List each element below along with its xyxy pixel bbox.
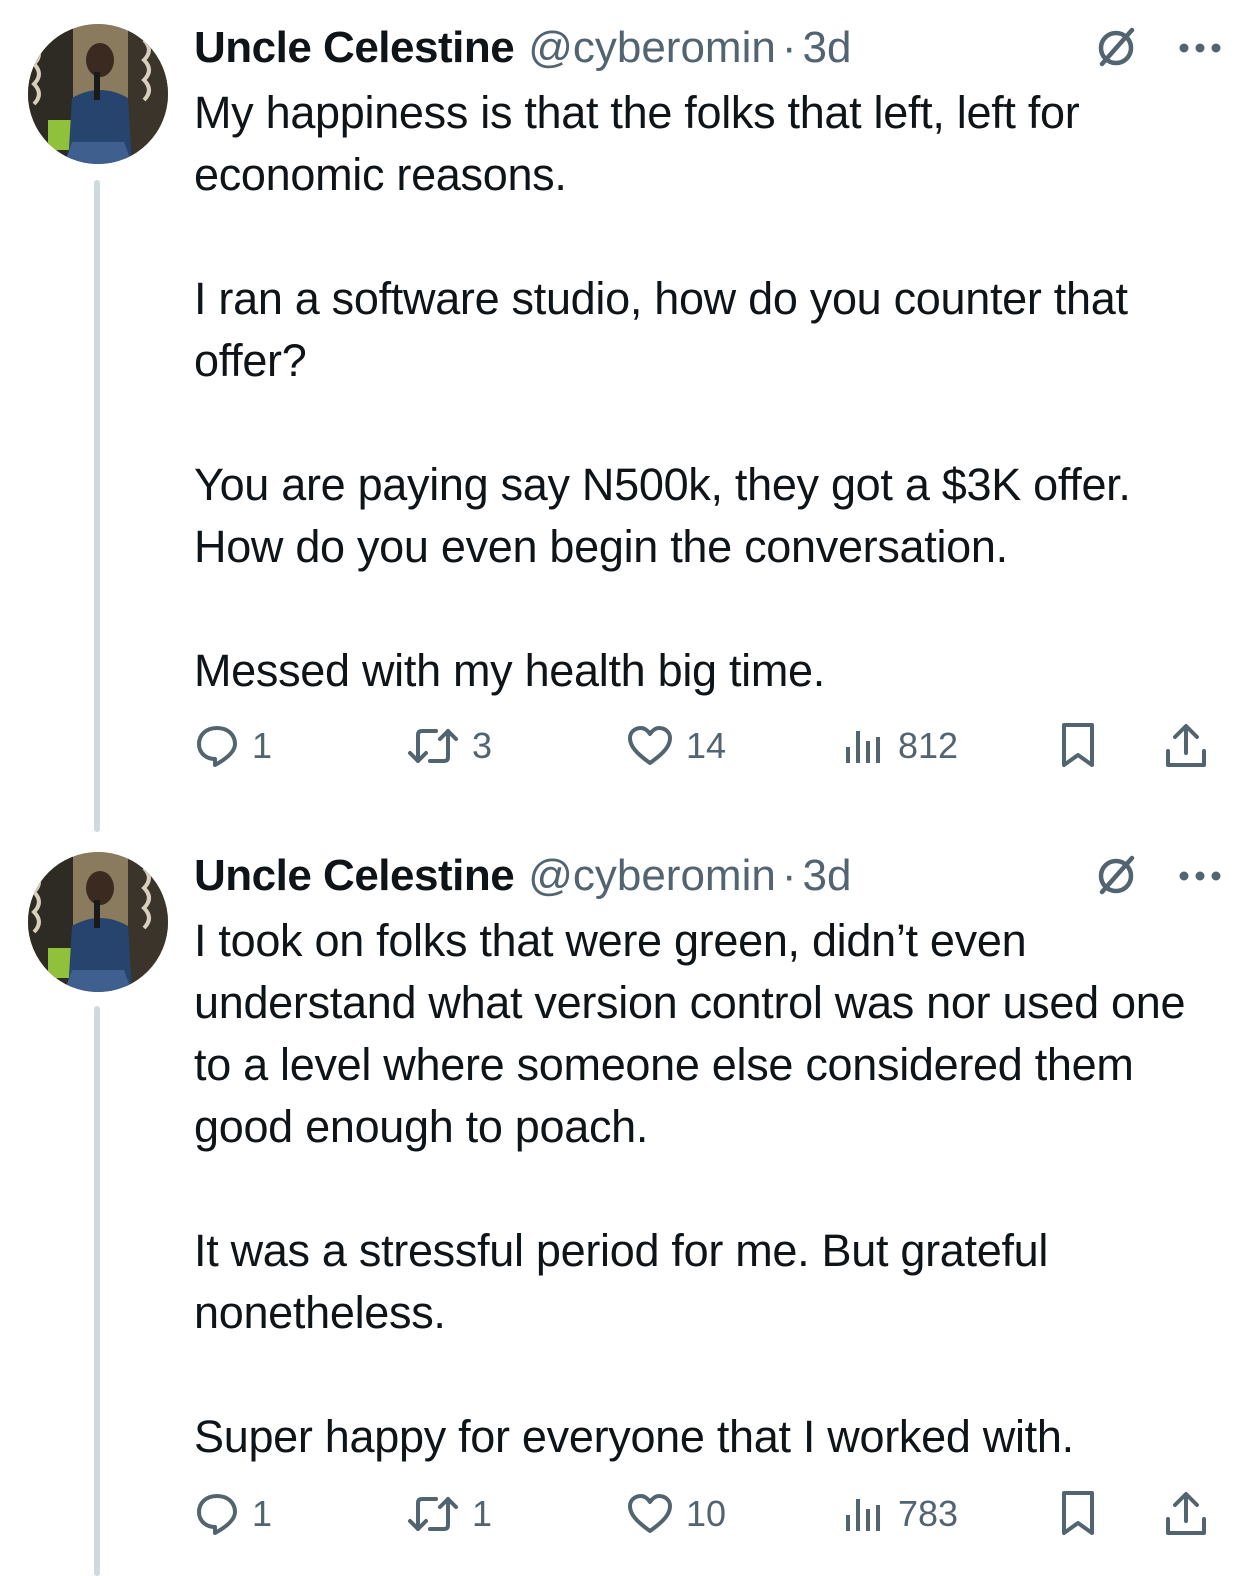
header-icons — [1092, 852, 1222, 900]
action-bar: 1 1 10 783 — [194, 1484, 1216, 1544]
share-button[interactable] — [1164, 716, 1208, 776]
repost-button[interactable]: 3 — [406, 716, 492, 776]
grok-icon[interactable] — [1092, 852, 1140, 900]
tweet-paragraph: Super happy for everyone that I worked w… — [194, 1411, 1074, 1462]
timestamp[interactable]: 3d — [802, 23, 851, 73]
views-button[interactable]: 812 — [842, 716, 958, 776]
display-name[interactable]: Uncle Celestine — [194, 851, 515, 901]
tweet-header: Uncle Celestine @cyberomin · 3d — [194, 18, 1222, 78]
like-button[interactable]: 14 — [626, 716, 726, 776]
tweet-paragraph: I took on folks that were green, didn’t … — [194, 915, 1186, 1152]
share-icon — [1166, 724, 1206, 767]
grok-icon[interactable] — [1092, 24, 1140, 72]
heart-icon — [628, 1494, 672, 1533]
reply-icon — [197, 726, 237, 767]
views-count: 783 — [898, 1493, 959, 1534]
timestamp[interactable]: 3d — [802, 851, 851, 901]
avatar-photo — [28, 852, 168, 992]
views-icon — [846, 1499, 880, 1531]
tweet-paragraph: Messed with my health big time. — [194, 645, 825, 696]
tweet-paragraph: You are paying say N500k, they got a $3K… — [194, 459, 1131, 572]
share-button[interactable] — [1164, 1484, 1208, 1544]
views-icon — [846, 731, 880, 763]
tweet-paragraph: I ran a software studio, how do you coun… — [194, 273, 1128, 386]
views-button[interactable]: 783 — [842, 1484, 958, 1544]
handle[interactable]: @cyberomin — [528, 23, 776, 73]
display-name[interactable]: Uncle Celestine — [194, 23, 515, 73]
bookmark-icon — [1062, 1491, 1094, 1535]
avatar[interactable] — [28, 24, 168, 164]
tweet[interactable]: Uncle Celestine @cyberomin · 3d My happi… — [0, 0, 1242, 832]
repost-icon — [408, 729, 458, 763]
avatar[interactable] — [28, 852, 168, 992]
reply-count: 1 — [252, 725, 273, 766]
bookmark-button[interactable] — [1058, 1484, 1098, 1544]
handle[interactable]: @cyberomin — [528, 851, 776, 901]
heart-icon — [628, 726, 672, 765]
thread-line — [94, 180, 100, 832]
header-icons — [1092, 24, 1222, 72]
like-count: 14 — [686, 725, 727, 766]
more-icon[interactable] — [1178, 869, 1222, 883]
reply-count: 1 — [252, 1493, 273, 1534]
tweet-text: My happiness is that the folks that left… — [194, 82, 1224, 702]
more-icon[interactable] — [1178, 41, 1222, 55]
repost-icon — [408, 1497, 458, 1531]
tweet-paragraph: It was a stressful period for me. But gr… — [194, 1225, 1049, 1338]
bookmark-button[interactable] — [1058, 716, 1098, 776]
action-bar: 1 3 14 812 — [194, 716, 1216, 776]
reply-icon — [197, 1494, 237, 1535]
bookmark-icon — [1062, 723, 1094, 767]
separator-dot: · — [781, 851, 797, 900]
repost-count: 3 — [472, 725, 493, 766]
thread-line — [94, 1006, 100, 1576]
share-icon — [1166, 1492, 1206, 1535]
reply-button[interactable]: 1 — [194, 716, 272, 776]
tweet-header: Uncle Celestine @cyberomin · 3d — [194, 846, 1222, 906]
reply-button[interactable]: 1 — [194, 1484, 272, 1544]
views-count: 812 — [898, 725, 959, 766]
repost-count: 1 — [472, 1493, 493, 1534]
like-count: 10 — [686, 1493, 727, 1534]
tweet-paragraph: My happiness is that the folks that left… — [194, 87, 1080, 200]
separator-dot: · — [781, 23, 797, 72]
avatar-photo — [28, 24, 168, 164]
like-button[interactable]: 10 — [626, 1484, 726, 1544]
tweet[interactable]: Uncle Celestine @cyberomin · 3d I took o… — [0, 828, 1242, 1576]
tweet-text: I took on folks that were green, didn’t … — [194, 910, 1224, 1468]
repost-button[interactable]: 1 — [406, 1484, 492, 1544]
